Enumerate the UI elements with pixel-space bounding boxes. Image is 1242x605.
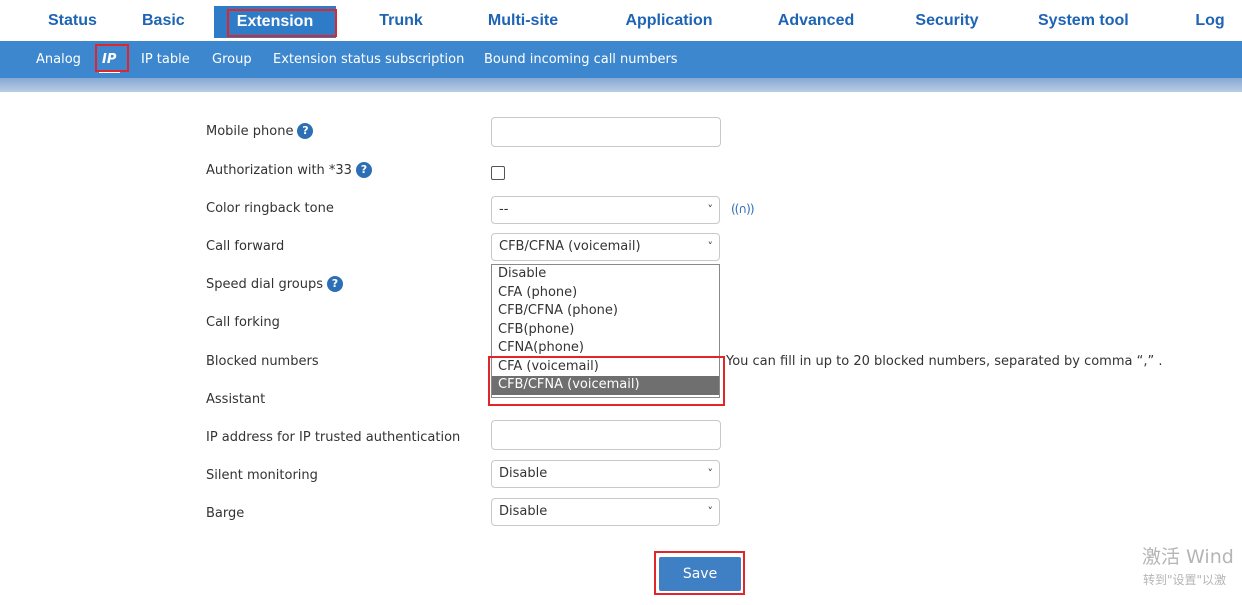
chevron-down-icon: ˅ xyxy=(707,467,714,480)
barge-label: Barge xyxy=(206,506,245,521)
tab-status[interactable]: Status xyxy=(48,8,97,34)
speed-dial-label-text: Speed dial groups xyxy=(206,277,323,292)
activation-watermark-line1: 激活 Wind xyxy=(1142,546,1234,568)
subnav-ip-table[interactable]: IP table xyxy=(141,51,190,69)
barge-select[interactable]: Disable ˅ xyxy=(491,498,720,526)
dropdown-option[interactable]: CFB/CFNA (phone) xyxy=(492,302,719,321)
ringtone-play-icon[interactable]: ((∩)) xyxy=(731,202,754,216)
subnav-shadow-bar xyxy=(0,78,1242,92)
speed-dial-label: Speed dial groups? xyxy=(206,275,343,294)
dropdown-option[interactable]: CFA (phone) xyxy=(492,284,719,303)
subnav-bound-incoming-call-numbers[interactable]: Bound incoming call numbers xyxy=(484,51,678,69)
color-ringback-value: -- xyxy=(499,202,509,217)
call-forward-label: Call forward xyxy=(206,239,285,254)
tab-basic[interactable]: Basic xyxy=(142,8,185,34)
dropdown-option[interactable]: Disable xyxy=(492,265,719,284)
subnav-active-underline xyxy=(99,71,120,73)
color-ringback-label: Color ringback tone xyxy=(206,201,334,216)
blocked-numbers-label: Blocked numbers xyxy=(206,354,319,369)
save-button[interactable]: Save xyxy=(659,557,741,591)
tab-security[interactable]: Security xyxy=(914,8,980,34)
dropdown-option[interactable]: CFB(phone) xyxy=(492,321,719,340)
authorization-checkbox[interactable] xyxy=(491,166,505,180)
tab-application[interactable]: Application xyxy=(620,8,718,34)
subnav-group[interactable]: Group xyxy=(212,51,252,69)
dropdown-option[interactable]: CFNA(phone) xyxy=(492,339,719,358)
barge-value: Disable xyxy=(499,504,548,519)
subnav-analog[interactable]: Analog xyxy=(36,51,81,69)
help-icon[interactable]: ? xyxy=(297,122,314,139)
tab-system-tool[interactable]: System tool xyxy=(1038,8,1129,34)
call-forking-label: Call forking xyxy=(206,315,280,330)
tab-log[interactable]: Log xyxy=(1194,8,1226,34)
tab-extension[interactable]: Extension xyxy=(214,6,336,38)
help-icon[interactable]: ? xyxy=(327,275,343,292)
mobile-phone-label-text: Mobile phone xyxy=(206,124,294,139)
call-forward-select[interactable]: CFB/CFNA (voicemail) ˅ xyxy=(491,233,720,261)
subnav-ip[interactable]: IP xyxy=(102,51,116,69)
tab-trunk[interactable]: Trunk xyxy=(378,8,424,34)
ip-trusted-auth-label: IP address for IP trusted authentication xyxy=(206,430,461,445)
activation-watermark-line2: 转到"设置"以激 xyxy=(1143,573,1227,587)
mobile-phone-input[interactable] xyxy=(491,117,721,147)
chevron-down-icon: ˅ xyxy=(707,203,714,216)
silent-monitoring-value: Disable xyxy=(499,466,548,481)
call-forward-dropdown-list: Disable CFA (phone) CFB/CFNA (phone) CFB… xyxy=(491,264,720,398)
top-nav: Status Basic Extension Trunk Multi-site … xyxy=(0,0,1242,41)
chevron-down-icon: ˅ xyxy=(707,240,714,253)
help-icon[interactable]: ? xyxy=(355,161,372,178)
subnav-extension-status-subscription[interactable]: Extension status subscription xyxy=(273,51,464,69)
sub-nav: Analog IP IP table Group Extension statu… xyxy=(0,41,1242,78)
color-ringback-select[interactable]: -- ˅ xyxy=(491,196,720,224)
silent-monitoring-select[interactable]: Disable ˅ xyxy=(491,460,720,488)
silent-monitoring-label: Silent monitoring xyxy=(206,468,318,483)
tab-advanced[interactable]: Advanced xyxy=(775,8,857,34)
mobile-phone-label: Mobile phone? xyxy=(206,122,314,141)
dropdown-option[interactable]: CFA (voicemail) xyxy=(492,358,719,377)
blocked-numbers-note: You can fill in up to 20 blocked numbers… xyxy=(726,354,1163,369)
authorization-label: Authorization with *33? xyxy=(206,161,372,180)
call-forward-value: CFB/CFNA (voicemail) xyxy=(499,239,641,254)
assistant-label: Assistant xyxy=(206,392,266,407)
authorization-label-text: Authorization with *33 xyxy=(206,163,352,178)
tab-multi-site[interactable]: Multi-site xyxy=(483,8,563,34)
chevron-down-icon: ˅ xyxy=(707,505,714,518)
dropdown-option-selected[interactable]: CFB/CFNA (voicemail) xyxy=(492,376,719,395)
ip-trusted-auth-input[interactable] xyxy=(491,420,721,450)
